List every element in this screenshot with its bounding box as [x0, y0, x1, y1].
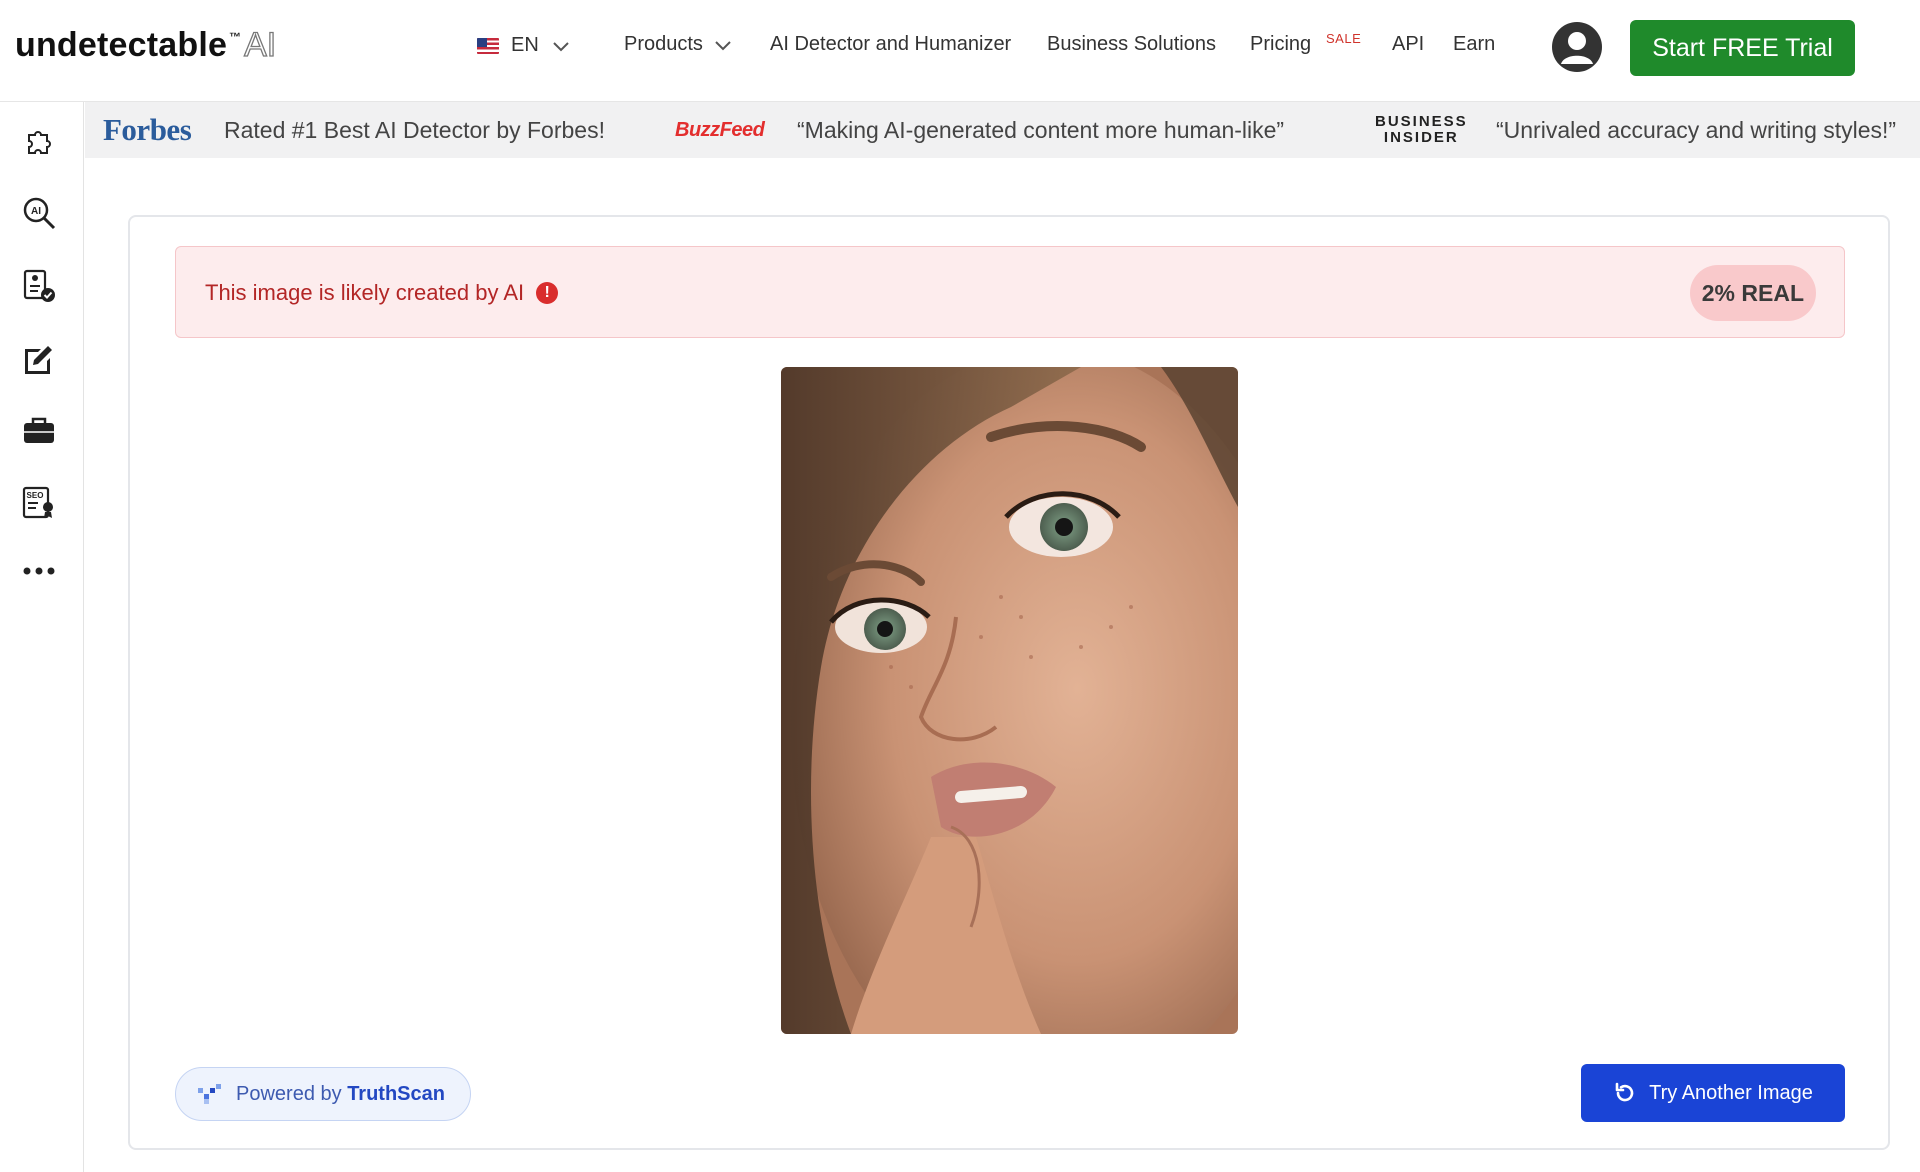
seo-report-icon[interactable]: SEO	[20, 484, 58, 522]
buzzfeed-logo: BuzzFeed	[675, 118, 765, 141]
nav-products-label: Products	[624, 33, 703, 55]
user-silhouette-icon	[1561, 32, 1593, 64]
nav-ai-detector[interactable]: AI Detector and Humanizer	[770, 33, 1011, 56]
powered-by-text: Powered by TruthScan	[236, 1083, 445, 1106]
truthscan-logo-icon	[198, 1084, 221, 1104]
ai-search-icon[interactable]: AI	[20, 194, 58, 232]
forbes-quote: Rated #1 Best AI Detector by Forbes!	[224, 116, 605, 143]
press-banner: Forbes Rated #1 Best AI Detector by Forb…	[85, 102, 1920, 158]
result-alert: This image is likely created by AI ! 2% …	[175, 246, 1845, 338]
chevron-down-icon	[715, 40, 731, 50]
analyzed-image	[781, 367, 1238, 1034]
forbes-logo: Forbes	[103, 112, 192, 147]
top-header: undetectable ™ AI EN Products AI Detecto…	[0, 0, 1920, 102]
svg-text:AI: AI	[31, 206, 41, 217]
nav-products[interactable]: Products	[624, 33, 733, 56]
result-message-text: This image is likely created by AI	[205, 280, 525, 305]
try-another-label: Try Another Image	[1649, 1081, 1813, 1104]
result-card: This image is likely created by AI ! 2% …	[128, 215, 1890, 1150]
left-sidebar: AI SEO	[0, 102, 84, 1172]
briefcase-icon[interactable]	[20, 412, 58, 450]
try-another-image-button[interactable]: Try Another Image	[1581, 1064, 1845, 1122]
bi-logo-line1: BUSINESS	[1375, 113, 1468, 130]
exclamation-icon: !	[536, 282, 559, 304]
truthscan-brand: TruthScan	[347, 1082, 445, 1105]
nav-earn[interactable]: Earn	[1453, 33, 1495, 56]
powered-by-truthscan[interactable]: Powered by TruthScan	[175, 1067, 471, 1121]
portrait-image	[781, 367, 1238, 1034]
business-insider-quote: “Unrivaled accuracy and writing styles!”	[1496, 116, 1897, 143]
bi-logo-line2: INSIDER	[1383, 129, 1459, 146]
nav-business-solutions[interactable]: Business Solutions	[1047, 33, 1216, 56]
sale-badge: SALE	[1326, 31, 1362, 46]
start-free-trial-button[interactable]: Start FREE Trial	[1630, 20, 1855, 76]
result-message: This image is likely created by AI !	[205, 280, 559, 306]
nav-pricing[interactable]: Pricing	[1250, 33, 1311, 56]
business-insider-logo: BUSINESS INSIDER	[1375, 102, 1468, 158]
powered-prefix: Powered by	[236, 1082, 342, 1105]
nav-api[interactable]: API	[1392, 33, 1424, 56]
edit-icon[interactable]	[20, 340, 58, 378]
svg-text:SEO: SEO	[27, 491, 44, 500]
real-score-badge: 2% REAL	[1689, 265, 1816, 321]
buzzfeed-quote: “Making AI-generated content more human-…	[797, 116, 1285, 143]
document-check-icon[interactable]	[20, 267, 58, 305]
refresh-icon	[1615, 1082, 1634, 1102]
more-icon[interactable]	[20, 552, 58, 590]
puzzle-icon[interactable]	[20, 122, 58, 160]
user-avatar-icon[interactable]	[1552, 22, 1602, 72]
